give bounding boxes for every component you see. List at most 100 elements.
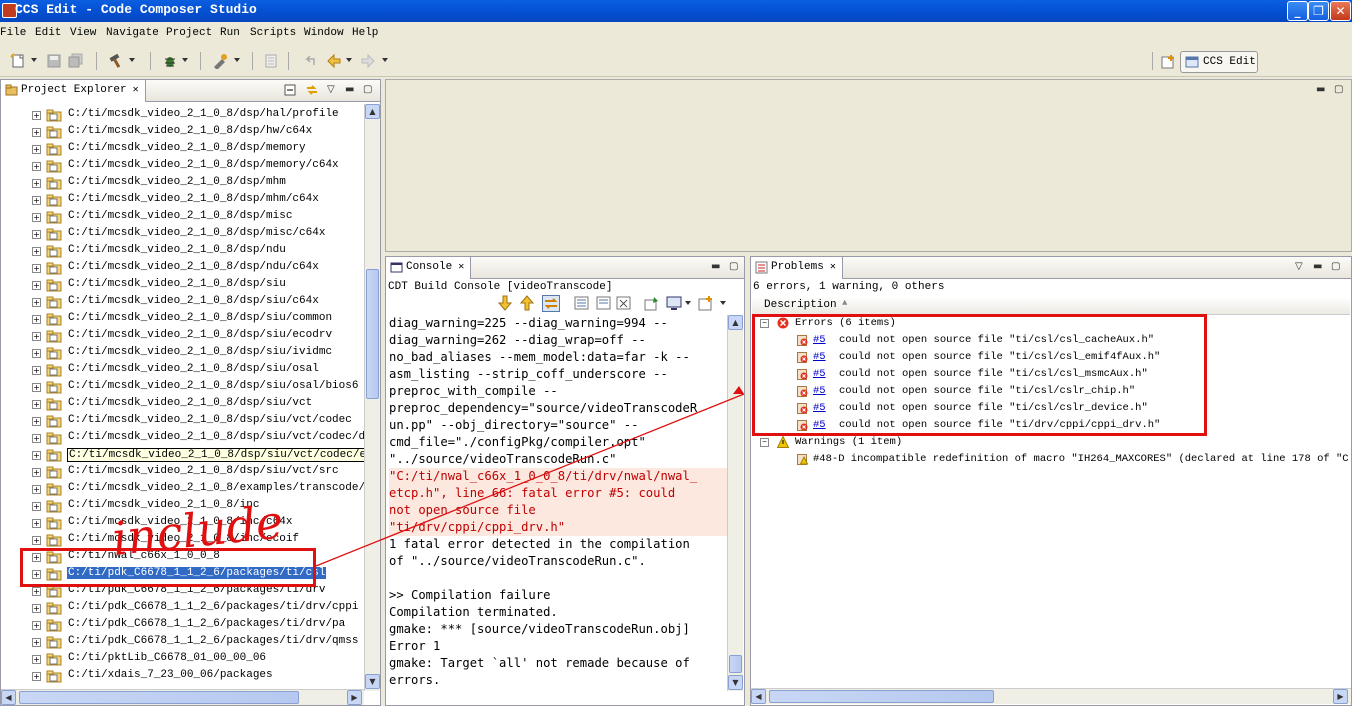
debug-bug-icon[interactable]: [162, 53, 178, 69]
minimize-view-icon[interactable]: ▬: [1316, 84, 1325, 95]
menu-scripts[interactable]: Scripts: [250, 27, 296, 39]
expand-icon[interactable]: +: [32, 400, 41, 409]
error-code-link[interactable]: #5: [813, 402, 826, 414]
scroll-thumb[interactable]: [19, 691, 299, 704]
menu-navigate[interactable]: Navigate: [106, 27, 159, 39]
tree-item[interactable]: + C:/ti/mcsdk_video_2_1_0_8/examples/tran…: [1, 481, 364, 498]
error-item-row[interactable]: #5 could not open source file "ti/drv/cpp…: [751, 417, 1351, 434]
menu-file[interactable]: File: [0, 27, 26, 39]
previous-error-icon[interactable]: [520, 295, 534, 311]
expand-icon[interactable]: +: [32, 230, 41, 239]
error-code-link[interactable]: #5: [813, 385, 826, 397]
expand-icon[interactable]: +: [32, 332, 41, 341]
scroll-lock-icon[interactable]: [596, 296, 612, 311]
scroll-up-icon[interactable]: ▲: [728, 315, 743, 330]
minimize-view-icon[interactable]: ▬: [711, 261, 720, 272]
build-hammer-icon[interactable]: [108, 53, 124, 69]
tree-item[interactable]: + C:/ti/mcsdk_video_2_1_0_8/dsp/hw/c64x: [1, 124, 364, 141]
scroll-down-icon[interactable]: ▼: [365, 674, 380, 689]
scroll-thumb[interactable]: [729, 655, 742, 673]
toggle-view-icon[interactable]: [263, 53, 279, 69]
tab-project-explorer[interactable]: Project Explorer ✕: [1, 80, 146, 102]
tab-problems[interactable]: Problems ✕: [751, 257, 843, 279]
close-tab-icon[interactable]: ✕: [830, 262, 836, 273]
expand-icon[interactable]: +: [32, 451, 41, 460]
display-dropdown-icon[interactable]: [685, 301, 691, 305]
tree-item[interactable]: + C:/ti/mcsdk_video_2_1_0_8/dsp/siu: [1, 277, 364, 294]
expand-icon[interactable]: +: [32, 213, 41, 222]
tree-item[interactable]: + C:/ti/nwal_c66x_1_0_0_8: [1, 549, 364, 566]
tree-item[interactable]: + C:/ti/pdk_C6678_1_1_2_6/packages/ti/drv…: [1, 634, 364, 651]
maximize-button[interactable]: ❐: [1308, 1, 1329, 21]
expand-icon[interactable]: +: [32, 485, 41, 494]
expand-icon[interactable]: +: [32, 638, 41, 647]
expand-icon[interactable]: +: [32, 502, 41, 511]
error-code-link[interactable]: #5: [813, 351, 826, 363]
tree-item[interactable]: + C:/ti/mcsdk_video_2_1_0_8/dsp/ndu: [1, 243, 364, 260]
back-dropdown-icon[interactable]: [346, 58, 352, 62]
tree-item[interactable]: + C:/ti/xdais_7_23_00_06/packages: [1, 668, 364, 685]
link-console-icon[interactable]: [542, 295, 560, 312]
expand-icon[interactable]: +: [32, 196, 41, 205]
view-menu-icon[interactable]: ▽: [327, 84, 335, 95]
tree-item[interactable]: + C:/ti/pdk_C6678_1_1_2_6/packages/ti/csl: [1, 566, 364, 583]
menu-help[interactable]: Help: [352, 27, 378, 39]
open-console-icon[interactable]: [698, 296, 714, 311]
tree-item[interactable]: + C:/ti/mcsdk_video_2_1_0_8/dsp/mhm: [1, 175, 364, 192]
close-tab-icon[interactable]: ✕: [458, 262, 464, 273]
tree-item[interactable]: + C:/ti/mcsdk_video_2_1_0_8/dsp/siu/osal: [1, 362, 364, 379]
menu-project[interactable]: Project: [166, 27, 212, 39]
menu-view[interactable]: View: [70, 27, 96, 39]
next-error-icon[interactable]: [498, 295, 512, 311]
tree-item[interactable]: + C:/ti/pdk_C6678_1_1_2_6/packages/ti/drv: [1, 583, 364, 600]
expand-icon[interactable]: +: [32, 315, 41, 324]
tree-item[interactable]: + C:/ti/pktLib_C6678_01_00_00_06: [1, 651, 364, 668]
expand-icon[interactable]: +: [32, 434, 41, 443]
tree-item[interactable]: + C:/ti/mcsdk_video_2_1_0_8/dsp/siu/ividm…: [1, 345, 364, 362]
tree-item[interactable]: + C:/ti/mcsdk_video_2_1_0_8/dsp/siu/c64x: [1, 294, 364, 311]
expand-icon[interactable]: +: [32, 128, 41, 137]
expand-icon[interactable]: +: [32, 383, 41, 392]
expand-icon[interactable]: +: [32, 604, 41, 613]
scroll-thumb[interactable]: [769, 690, 994, 703]
warning-item-row[interactable]: #48-D incompatible redefinition of macro…: [751, 451, 1351, 468]
display-console-icon[interactable]: [666, 296, 682, 311]
expand-icon[interactable]: +: [32, 298, 41, 307]
explorer-horizontal-scrollbar[interactable]: ◀ ▶: [1, 689, 364, 705]
maximize-view-icon[interactable]: ▢: [363, 84, 372, 95]
forward-arrow-icon[interactable]: [360, 53, 376, 69]
errors-group-row[interactable]: − Errors (6 items): [751, 315, 1351, 332]
view-menu-icon[interactable]: ▽: [1295, 261, 1303, 272]
expand-icon[interactable]: +: [32, 570, 41, 579]
save-all-icon[interactable]: [68, 53, 84, 69]
error-item-row[interactable]: #5 could not open source file "ti/csl/csl…: [751, 349, 1351, 366]
tree-item[interactable]: + C:/ti/pdk_C6678_1_1_2_6/packages/ti/drv…: [1, 617, 364, 634]
tree-item[interactable]: + C:/ti/mcsdk_video_2_1_0_8/dsp/mhm/c64x: [1, 192, 364, 209]
tree-item[interactable]: + C:/ti/mcsdk_video_2_1_0_8/dsp/hal/profi…: [1, 107, 364, 124]
expand-icon[interactable]: +: [32, 366, 41, 375]
console-vertical-scrollbar[interactable]: ▲ ▼: [727, 315, 743, 691]
menu-edit[interactable]: Edit: [35, 27, 61, 39]
minimize-view-icon[interactable]: ▬: [345, 84, 354, 95]
error-item-row[interactable]: #5 could not open source file "ti/csl/csl…: [751, 332, 1351, 349]
tree-item[interactable]: + C:/ti/mcsdk_video_2_1_0_8/dsp/siu/vct: [1, 396, 364, 413]
scroll-up-icon[interactable]: ▲: [365, 104, 380, 119]
new-dropdown-icon[interactable]: [31, 58, 37, 62]
expand-icon[interactable]: +: [32, 536, 41, 545]
menu-run[interactable]: Run: [220, 27, 240, 39]
tab-console[interactable]: Console ✕: [386, 257, 472, 279]
expand-icon[interactable]: +: [32, 417, 41, 426]
tree-item[interactable]: + C:/ti/mcsdk_video_2_1_0_8/inc: [1, 498, 364, 515]
expand-icon[interactable]: +: [32, 281, 41, 290]
save-icon[interactable]: [46, 53, 62, 69]
scroll-thumb[interactable]: [366, 269, 379, 399]
close-tab-icon[interactable]: ✕: [133, 85, 139, 96]
maximize-view-icon[interactable]: ▢: [1334, 84, 1343, 95]
expand-icon[interactable]: +: [32, 468, 41, 477]
menu-window[interactable]: Window: [304, 27, 344, 39]
expand-icon[interactable]: +: [32, 162, 41, 171]
error-item-row[interactable]: #5 could not open source file "ti/csl/csl…: [751, 383, 1351, 400]
tree-item[interactable]: + C:/ti/mcsdk_video_2_1_0_8/dsp/siu/vct/c…: [1, 447, 364, 464]
description-column-header[interactable]: Description ▲: [752, 297, 1350, 315]
error-code-link[interactable]: #5: [813, 334, 826, 346]
